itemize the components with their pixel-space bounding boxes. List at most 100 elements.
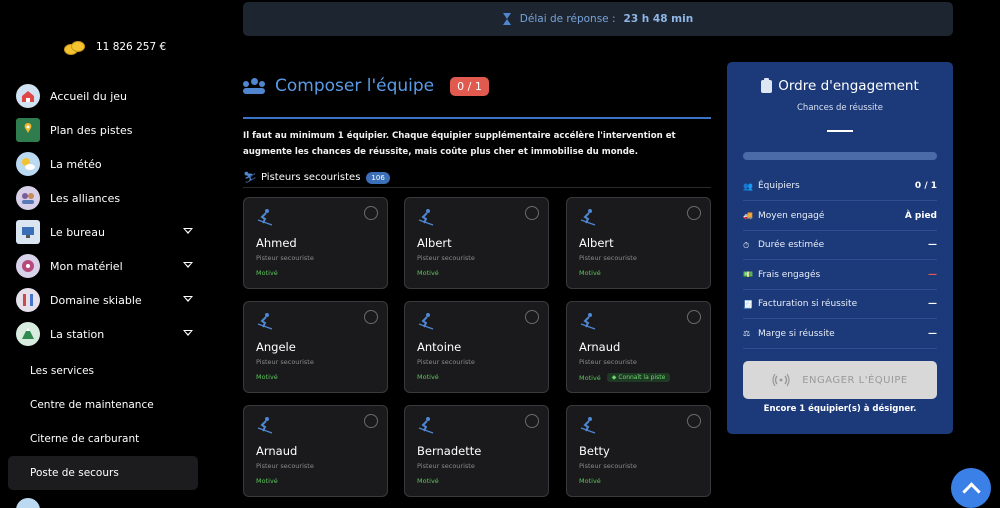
panel-row-label: Facturation si réussite [758,299,858,309]
tag-label: Connaît la piste [618,374,666,381]
rescuer-card[interactable]: Bernadette Pisteur secouriste Motivé [404,405,549,497]
sidebar-item-bureau[interactable]: Le bureau [16,218,201,246]
chevron-down-icon[interactable] [183,296,193,302]
rescuer-card[interactable]: Angele Pisteur secouriste Motivé [243,301,388,393]
rescuer-name: Albert [417,236,452,250]
money-icon: 💵 [743,270,753,279]
rescuer-role: Pisteur secouriste [579,254,637,262]
select-radio[interactable] [687,310,701,324]
panel-row-value: — [928,299,937,309]
panel-row-label-group: 🚚 Moyen engagé [743,211,824,221]
rescuer-status: Motivé [256,269,278,277]
select-radio[interactable] [687,414,701,428]
clipboard-icon [761,77,773,93]
sidebar-item-label: Accueil du jeu [50,89,128,103]
sidebar-item-materiel[interactable]: Mon matériel [16,252,201,280]
skier-icon [417,416,435,434]
panel-row-label-group: 🧾 Facturation si réussite [743,299,857,309]
skier-icon [579,208,597,226]
status-label: Motivé [579,269,601,277]
hourglass-icon [502,13,512,25]
sidebar-subitem-poste-secours[interactable]: Poste de secours [8,456,198,490]
select-radio[interactable] [364,414,378,428]
sidebar-item-accueil[interactable]: Accueil du jeu [16,82,201,110]
station-icon [16,322,40,346]
rescuer-card[interactable]: Arnaud Pisteur secouriste Motivé [243,405,388,497]
rescuer-role: Pisteur secouriste [417,254,475,262]
panel-subtitle: Chances de réussite [797,103,883,113]
status-label: Motivé [256,477,278,485]
rescuer-role: Pisteur secouriste [417,358,475,366]
rescuer-card[interactable]: Antoine Pisteur secouriste Motivé [404,301,549,393]
panel-row: ⏱ Durée estimée — [743,231,937,260]
rescuer-card[interactable]: Albert Pisteur secouriste Motivé [566,197,711,289]
sidebar-item-station[interactable]: La station [16,320,201,348]
section-description: Il faut au minimum 1 équipier. Chaque éq… [243,131,676,157]
rescuer-card[interactable]: Ahmed Pisteur secouriste Motivé [243,197,388,289]
sidebar-subitem-services[interactable]: Les services [8,354,198,388]
panel-row: 🚚 Moyen engagé À pied [743,202,937,231]
sidebar-subitem-maintenance[interactable]: Centre de maintenance [8,388,198,422]
panel-row-value: — [928,240,937,250]
panel-row-value: 0 / 1 [914,181,937,191]
sidebar-item-meteo[interactable]: La météo [16,150,201,178]
chevron-down-icon[interactable] [183,228,193,234]
rescuer-role: Pisteur secouriste [417,462,475,470]
rescuer-card[interactable]: Arnaud Pisteur secouriste Motivé ◆ Connaît … [566,301,711,393]
success-chance-value [827,130,853,132]
panel-row-label: Frais engagés [758,269,821,280]
sidebar-item-domaine[interactable]: Domaine skiable [16,286,201,314]
sidebar-item-plan[interactable]: Plan des pistes [16,116,201,144]
skier-icon: ⛷ [243,170,257,184]
chevron-down-icon[interactable] [183,330,193,336]
equipment-icon [16,254,40,278]
chevron-down-icon[interactable] [183,262,193,268]
select-radio[interactable] [364,206,378,220]
select-radio[interactable] [364,310,378,324]
rescuer-name: Arnaud [579,340,621,354]
skier-icon [417,208,435,226]
home-icon [16,84,40,108]
panel-row-label-group: 💵 Frais engagés [743,270,820,280]
engage-team-button[interactable]: ENGAGER L'ÉQUIPE [743,361,937,399]
rescuer-status: Motivé [417,373,439,381]
map-icon [16,118,40,142]
select-radio[interactable] [525,206,539,220]
rescuer-status: Motivé [579,269,601,277]
sidebar-subitem-label: Les services [30,365,95,377]
sidebar-item-label: La météo [50,157,102,171]
invoice-icon: 🧾 [743,299,753,309]
scroll-top-button[interactable] [951,468,991,508]
rescuer-role: Pisteur secouriste [256,358,314,366]
sidebar-item-label: La station [50,327,105,341]
rescuer-name: Bernadette [417,444,482,458]
rescuer-role: Pisteur secouriste [256,462,314,470]
subheader-label: Pisteurs secouristes [261,172,361,183]
sidebar-item-alliances[interactable]: Les alliances [16,184,201,212]
panel-row: 🧾 Facturation si réussite — [743,290,937,319]
status-label: Motivé [417,373,439,381]
rescuer-status: Motivé [579,477,601,485]
sidebar-subitem-label: Citerne de carburant [30,433,140,445]
team-icon [243,78,265,94]
rescuer-status: Motivé ◆ Connaît la piste [579,373,671,382]
select-radio[interactable] [525,414,539,428]
panel-row-label-group: ⏱ Durée estimée [743,240,824,250]
alliance-icon [16,186,40,210]
select-radio[interactable] [525,310,539,324]
sidebar-subitem-citerne[interactable]: Citerne de carburant [8,422,198,456]
panel-title-row: Ordre d'engagement [727,77,953,94]
section-title: Composer l'équipe [275,76,435,96]
select-radio[interactable] [687,206,701,220]
engage-button-label: ENGAGER L'ÉQUIPE [802,374,908,386]
sidebar-next-icon[interactable] [16,498,40,508]
status-label: Motivé [417,269,439,277]
rescuer-card[interactable]: Betty Pisteur secouriste Motivé [566,405,711,497]
success-progress-bar [743,152,937,160]
rescuer-card[interactable]: Albert Pisteur secouriste Motivé [404,197,549,289]
rescuer-status: Motivé [256,373,278,381]
rescuer-name: Angele [256,340,296,354]
section-header: Composer l'équipe 0 / 1 [243,76,489,96]
rescuers-subheader: ⛷ Pisteurs secouristes 106 [243,168,711,188]
office-icon [16,220,40,244]
